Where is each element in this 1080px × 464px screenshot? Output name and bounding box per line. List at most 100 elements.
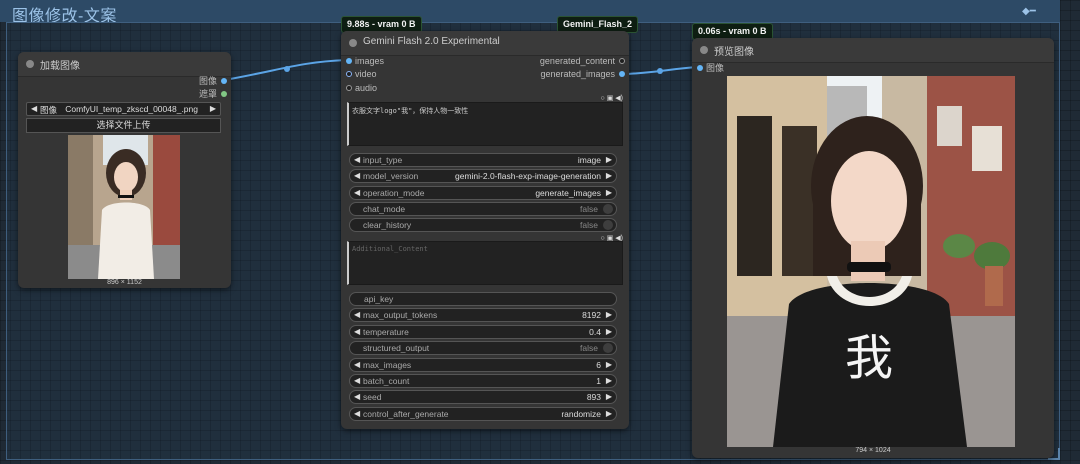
node-header[interactable]: Gemini Flash 2.0 Experimental: [341, 31, 629, 56]
input-label: 图像: [706, 63, 725, 73]
loaded-image-preview: [68, 135, 180, 279]
widget-value: 8192: [582, 310, 601, 321]
input-label: video: [355, 69, 377, 79]
toggle-knob[interactable]: [603, 203, 613, 214]
output-image[interactable]: 图像: [199, 75, 227, 87]
widget-value: randomize: [561, 408, 601, 419]
widget-max-output-tokens[interactable]: ◀ ▶ max_output_tokens 8192: [349, 308, 617, 323]
widget-operation-mode[interactable]: ◀ ▶ operation_mode generate_images: [349, 185, 617, 200]
arrow-left-icon[interactable]: ◀: [354, 360, 360, 369]
link-midpoint: [657, 68, 663, 74]
widget-value: false: [580, 220, 598, 231]
output-pin[interactable]: [619, 58, 625, 64]
output-mask[interactable]: 遮罩: [198, 88, 227, 100]
widget-value: 1: [596, 376, 601, 386]
output-generated-content[interactable]: generated_content: [539, 55, 625, 67]
widget-value: 0.4: [589, 326, 601, 337]
arrow-left-icon[interactable]: ◀: [31, 104, 37, 113]
arrow-right-icon[interactable]: ▶: [606, 392, 612, 401]
arrow-left-icon[interactable]: ◀: [354, 376, 360, 385]
output-generated-images[interactable]: generated_images: [540, 68, 625, 80]
preview-image-node[interactable]: 预览图像 图像 我 794 × 1024: [692, 38, 1054, 458]
output-pin[interactable]: [221, 78, 227, 84]
widget-chat-mode[interactable]: chat_mode false: [349, 201, 617, 216]
arrow-left-icon[interactable]: ◀: [354, 155, 360, 164]
widget-label: clear_history: [363, 220, 412, 231]
collapse-icon[interactable]: [26, 60, 34, 68]
widget-label: seed: [363, 392, 382, 403]
arrow-right-icon[interactable]: ▶: [606, 376, 612, 385]
widget-max-images[interactable]: ◀ ▶ max_images 6: [349, 357, 617, 372]
widget-label: max_images: [363, 359, 412, 370]
street-photo: [68, 135, 180, 279]
generated-street-photo: 我: [727, 76, 1015, 447]
widget-label: operation_mode: [363, 187, 425, 198]
node-title: 预览图像: [714, 47, 754, 58]
additional-content-textarea[interactable]: Additional_Content: [347, 241, 623, 285]
arrow-left-icon[interactable]: ◀: [354, 409, 360, 418]
node-title: Gemini Flash 2.0 Experimental: [363, 36, 500, 47]
widget-value: ComfyUI_temp_zkscd_00048_.png: [65, 104, 198, 114]
widget-value: 6: [596, 359, 601, 370]
image-select-widget[interactable]: ◀ 图像 ComfyUI_temp_zkscd_00048_.png ▶: [26, 102, 221, 116]
widget-value: false: [580, 203, 598, 214]
link-gemini-to-preview: [627, 66, 699, 75]
widget-model-version[interactable]: ◀ ▶ model_version gemini-2.0-flash-exp-imag…: [349, 169, 617, 184]
textarea-toolbar-icons[interactable]: ○ ▣ ◀): [601, 94, 623, 102]
image-dimensions: 896 × 1152: [107, 279, 142, 286]
gemini-flash-node[interactable]: Gemini Flash 2.0 Experimental images vid…: [341, 31, 629, 429]
collapse-icon[interactable]: [349, 39, 357, 47]
input-image[interactable]: 图像: [697, 62, 725, 74]
arrow-right-icon[interactable]: ▶: [606, 310, 612, 319]
arrow-right-icon[interactable]: ▶: [606, 327, 612, 336]
widget-value: 893: [586, 392, 601, 403]
input-label: images: [355, 56, 385, 66]
arrow-left-icon[interactable]: ◀: [354, 392, 360, 401]
arrow-right-icon[interactable]: ▶: [606, 188, 612, 197]
input-images[interactable]: images: [346, 55, 385, 67]
arrow-right-icon[interactable]: ▶: [210, 104, 216, 113]
widget-control-after-generate[interactable]: ◀ ▶ control_after_generate randomize: [349, 406, 617, 421]
widget-seed[interactable]: ◀ ▶ seed 893: [349, 390, 617, 405]
widget-input-type[interactable]: ◀ ▶ input_type image: [349, 153, 617, 167]
widget-clear-history[interactable]: clear_history false: [349, 218, 617, 233]
widget-label: input_type: [363, 155, 403, 165]
arrow-right-icon[interactable]: ▶: [606, 360, 612, 369]
arrow-left-icon[interactable]: ◀: [354, 327, 360, 336]
widget-label: 图像: [40, 105, 58, 115]
input-pin[interactable]: [346, 58, 352, 64]
toggle-knob[interactable]: [603, 343, 613, 354]
collapse-icon[interactable]: [700, 46, 708, 54]
upload-button[interactable]: 选择文件上传: [26, 118, 221, 133]
widget-batch-count[interactable]: ◀ ▶ batch_count 1: [349, 374, 617, 388]
arrow-left-icon[interactable]: ◀: [354, 310, 360, 319]
widget-structured-output[interactable]: structured_output false: [349, 341, 617, 356]
input-pin[interactable]: [346, 71, 352, 77]
node-header[interactable]: 预览图像: [692, 38, 1054, 63]
widget-api-key[interactable]: api_key: [349, 292, 617, 306]
node-header[interactable]: 加载图像: [18, 52, 231, 77]
arrow-right-icon[interactable]: ▶: [606, 155, 612, 164]
output-pin[interactable]: [619, 71, 625, 77]
additional-placeholder: Additional_Content: [352, 245, 428, 253]
widget-label: max_output_tokens: [363, 310, 438, 321]
output-pin[interactable]: [221, 91, 227, 97]
widget-label: structured_output: [363, 343, 430, 354]
widget-temperature[interactable]: ◀ ▶ temperature 0.4: [349, 324, 617, 339]
widget-label: chat_mode: [363, 203, 406, 214]
output-label: generated_content: [539, 56, 615, 66]
output-label: 遮罩: [198, 89, 217, 99]
input-pin[interactable]: [346, 85, 352, 91]
arrow-left-icon[interactable]: ◀: [354, 171, 360, 180]
node-title: 加载图像: [40, 61, 80, 72]
load-image-node[interactable]: 加载图像 图像 遮罩 ◀ 图像 ComfyUI_temp_zkscd_00048…: [18, 52, 231, 288]
input-pin[interactable]: [697, 65, 703, 71]
toggle-knob[interactable]: [603, 220, 613, 231]
prompt-textarea[interactable]: 衣服文字logo"我"，保持人物一致性: [347, 102, 623, 146]
link-midpoint: [284, 66, 290, 72]
arrow-right-icon[interactable]: ▶: [606, 171, 612, 180]
arrow-left-icon[interactable]: ◀: [354, 188, 360, 197]
arrow-right-icon[interactable]: ▶: [606, 409, 612, 418]
input-video[interactable]: video: [346, 68, 377, 80]
input-audio[interactable]: audio: [346, 82, 377, 94]
